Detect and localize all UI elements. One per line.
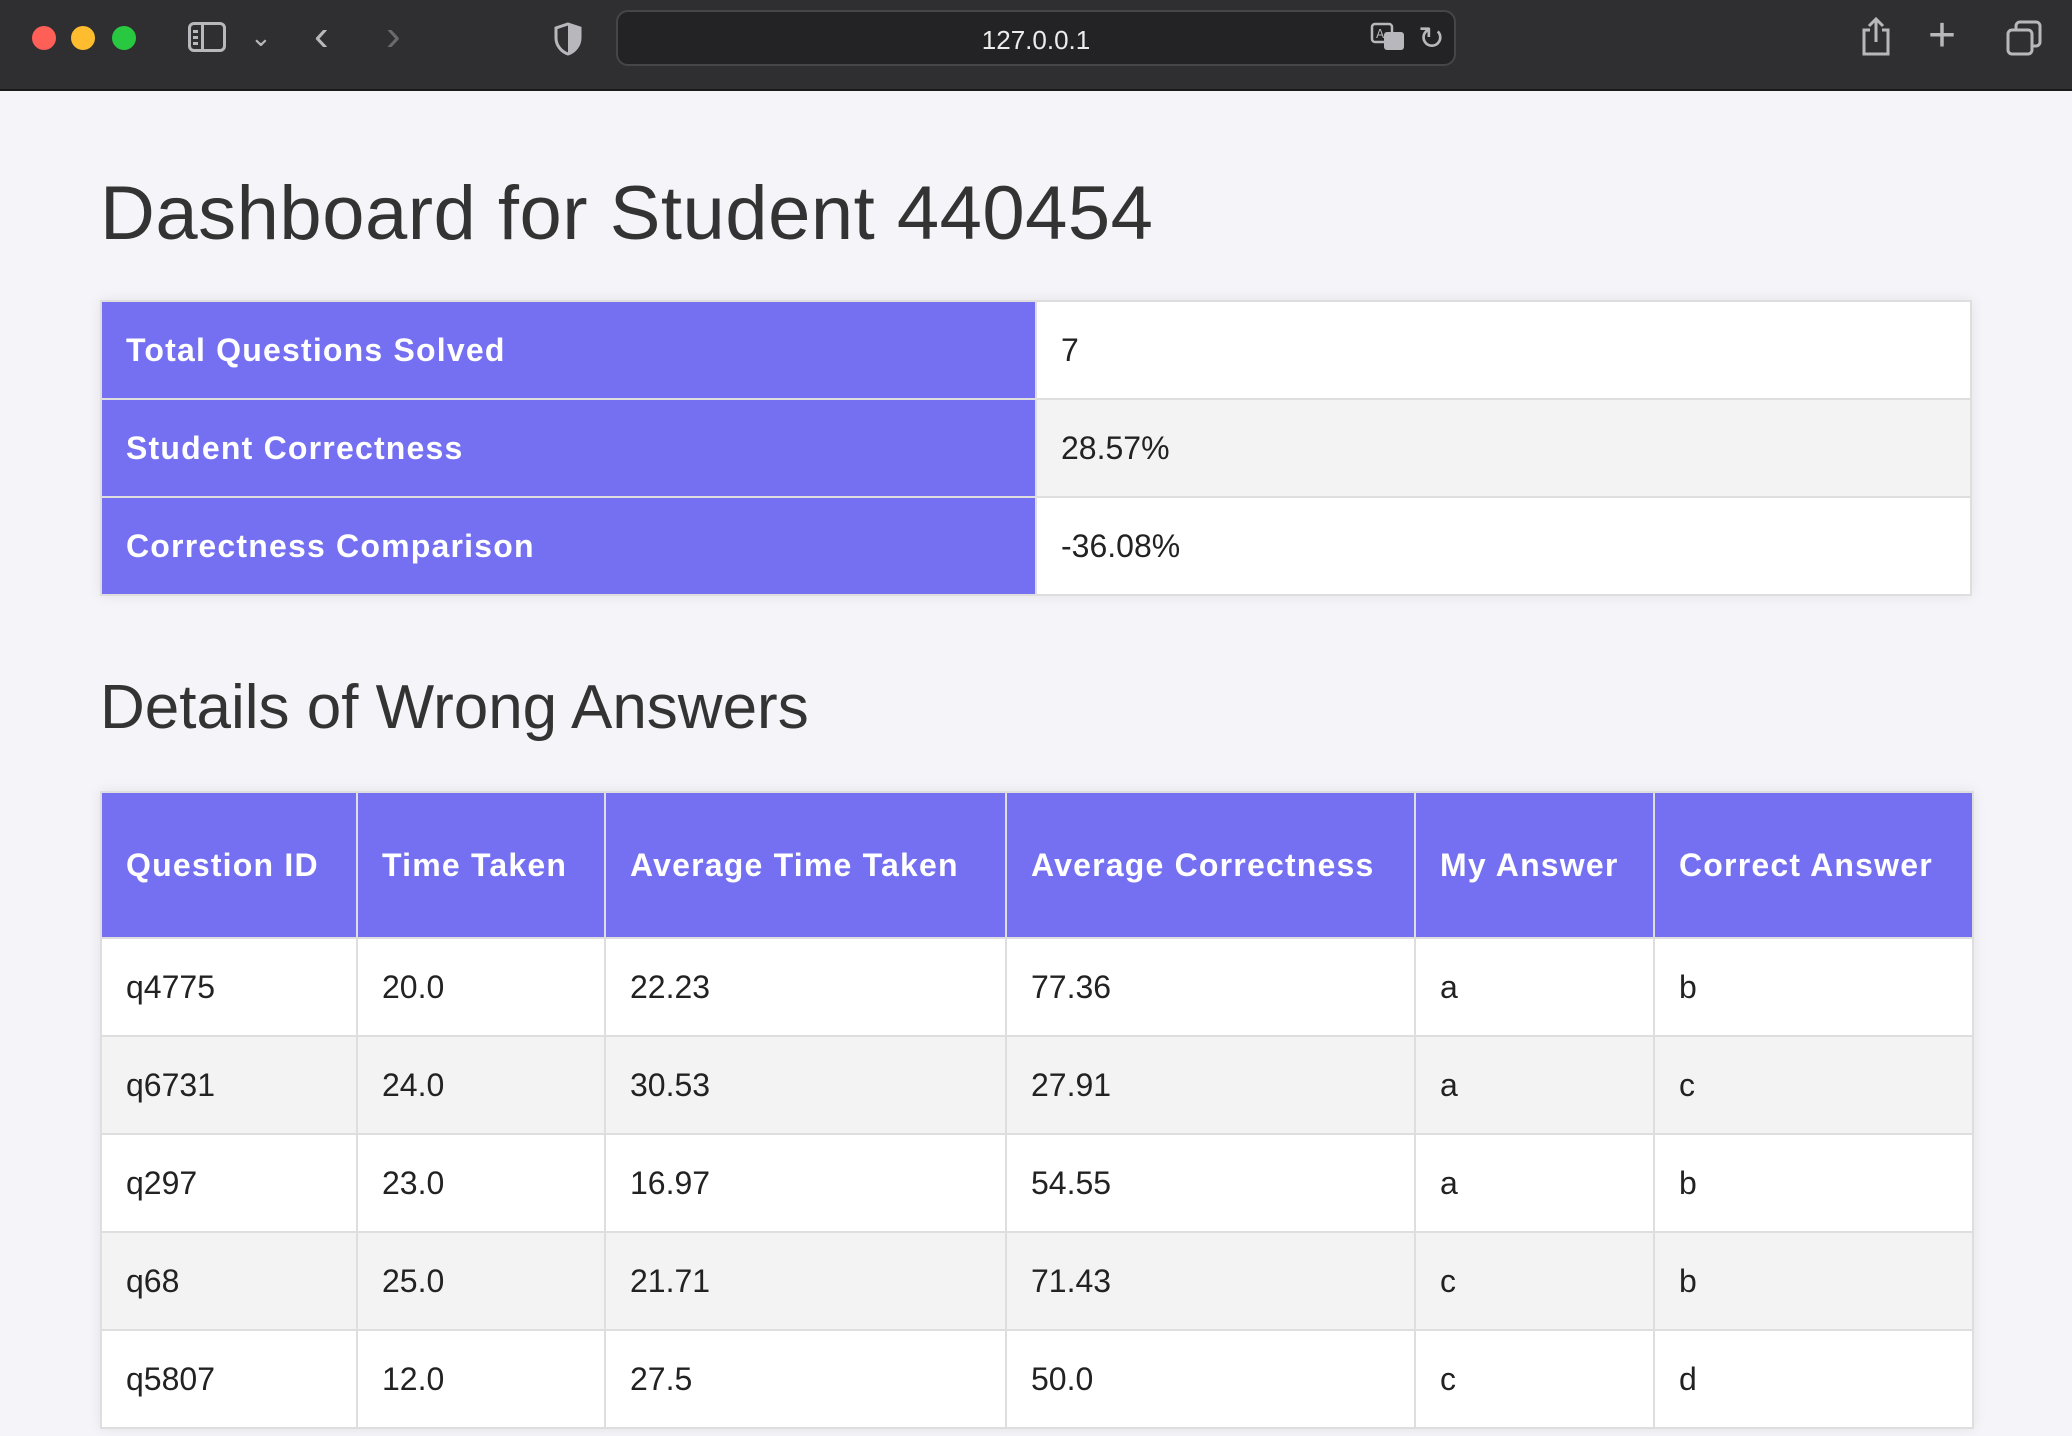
page-title: Dashboard for Student 440454 (100, 171, 1154, 256)
table-row: q4775 20.0 22.23 77.36 a b (100, 937, 1974, 1037)
column-header: Average Correctness (1005, 791, 1416, 939)
table-cell: 25.0 (356, 1231, 606, 1331)
table-cell: 22.23 (604, 937, 1007, 1037)
minimize-window-button[interactable] (71, 26, 95, 50)
privacy-shield-icon[interactable] (554, 22, 582, 56)
table-cell: q5807 (100, 1329, 358, 1429)
summary-label: Student Correctness (100, 398, 1037, 498)
tab-overview-icon[interactable] (2006, 20, 2042, 56)
summary-row: Correctness Comparison -36.08% (100, 496, 1972, 596)
column-header: Time Taken (356, 791, 606, 939)
column-header: Average Time Taken (604, 791, 1007, 939)
back-button[interactable]: ‹ (314, 14, 329, 58)
summary-value: 7 (1035, 300, 1972, 400)
table-cell: 23.0 (356, 1133, 606, 1233)
summary-value: 28.57% (1035, 398, 1972, 498)
summary-table: Total Questions Solved 7 Student Correct… (100, 300, 1972, 596)
maximize-window-button[interactable] (112, 26, 136, 50)
forward-button[interactable]: › (386, 14, 401, 58)
summary-row: Student Correctness 28.57% (100, 398, 1972, 498)
table-cell: 27.5 (604, 1329, 1007, 1429)
sidebar-toggle-icon[interactable] (188, 22, 226, 52)
table-cell: c (1653, 1035, 1974, 1135)
table-cell: a (1414, 937, 1655, 1037)
table-cell: 54.55 (1005, 1133, 1416, 1233)
table-cell: 50.0 (1005, 1329, 1416, 1429)
table-cell: 20.0 (356, 937, 606, 1037)
summary-label: Total Questions Solved (100, 300, 1037, 400)
section-title: Details of Wrong Answers (100, 673, 809, 742)
table-cell: q68 (100, 1231, 358, 1331)
wrong-answers-table: Question ID Time Taken Average Time Take… (100, 791, 1974, 1429)
table-cell: 77.36 (1005, 937, 1416, 1037)
table-cell: a (1414, 1035, 1655, 1135)
table-cell: c (1414, 1329, 1655, 1429)
table-cell: 27.91 (1005, 1035, 1416, 1135)
table-cell: 21.71 (604, 1231, 1007, 1331)
table-cell: d (1653, 1329, 1974, 1429)
table-cell: c (1414, 1231, 1655, 1331)
table-cell: a (1414, 1133, 1655, 1233)
svg-text:A: A (1376, 27, 1385, 41)
table-cell: 24.0 (356, 1035, 606, 1135)
translate-icon[interactable]: A (1370, 22, 1406, 52)
url-text: 127.0.0.1 (981, 25, 1091, 55)
reload-icon[interactable]: ↻ (1418, 18, 1445, 58)
table-cell: b (1653, 937, 1974, 1037)
table-row: q68 25.0 21.71 71.43 c b (100, 1231, 1974, 1331)
summary-value: -36.08% (1035, 496, 1972, 596)
table-header-row: Question ID Time Taken Average Time Take… (100, 791, 1974, 939)
table-row: q297 23.0 16.97 54.55 a b (100, 1133, 1974, 1233)
table-cell: b (1653, 1133, 1974, 1233)
browser-toolbar: ⌄ ‹ › 127.0.0.1 A ↻ + (0, 0, 2072, 91)
column-header: My Answer (1414, 791, 1655, 939)
table-cell: 30.53 (604, 1035, 1007, 1135)
address-bar[interactable]: 127.0.0.1 (616, 10, 1456, 66)
column-header: Question ID (100, 791, 358, 939)
column-header: Correct Answer (1653, 791, 1974, 939)
table-cell: q6731 (100, 1035, 358, 1135)
table-cell: 71.43 (1005, 1231, 1416, 1331)
share-icon[interactable] (1860, 16, 1892, 56)
table-cell: 16.97 (604, 1133, 1007, 1233)
table-row: q6731 24.0 30.53 27.91 a c (100, 1035, 1974, 1135)
new-tab-icon[interactable]: + (1928, 12, 1956, 60)
table-cell: q297 (100, 1133, 358, 1233)
table-cell: b (1653, 1231, 1974, 1331)
table-cell: 12.0 (356, 1329, 606, 1429)
close-window-button[interactable] (32, 26, 56, 50)
summary-row: Total Questions Solved 7 (100, 300, 1972, 400)
chevron-down-icon[interactable]: ⌄ (250, 20, 272, 54)
table-row: q5807 12.0 27.5 50.0 c d (100, 1329, 1974, 1429)
table-cell: q4775 (100, 937, 358, 1037)
summary-label: Correctness Comparison (100, 496, 1037, 596)
